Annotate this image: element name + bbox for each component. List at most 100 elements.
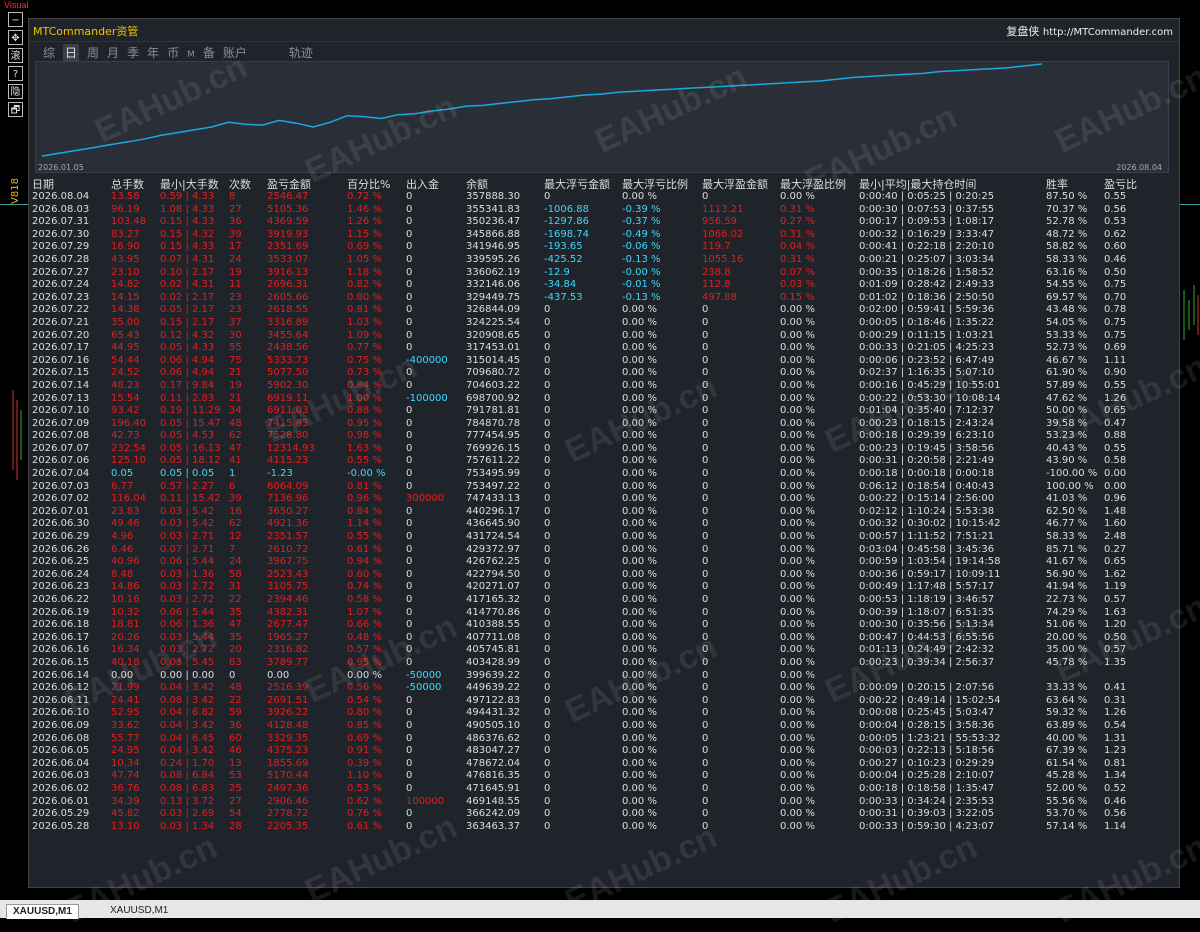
table-row[interactable]: 2026.07.08 42.73 0.05 | 4.53 62 7528.80 0.98 …	[29, 430, 1179, 443]
cell-bal: 329449.75	[466, 291, 521, 303]
table-row[interactable]: 2026.07.20 65.43 0.12 | 4.32 30 3455.64 1.09 …	[29, 330, 1179, 343]
table-row[interactable]: 2026.07.13 15.54 0.11 | 2.83 21 6919.11 1.00 …	[29, 393, 1179, 406]
panel-titlebar[interactable]: MTCommander资管 复盘侠 http://MTCommander.com	[29, 19, 1179, 42]
table-row[interactable]: 2026.07.17 44.95 0.05 | 4.33 55 2438.56 0.77 …	[29, 342, 1179, 355]
table-row[interactable]: 2026.06.03 47.74 0.08 | 6.84 53 5170.44 1.10 …	[29, 770, 1179, 783]
cell-mflp: 0.00 %	[622, 682, 657, 694]
table-row[interactable]: 2026.06.25 40.96 0.06 | 5.44 24 3967.75 0.94 …	[29, 556, 1179, 569]
cell-mm: 0.15 | 4.33	[160, 216, 215, 228]
cell-pct: 0.81 %	[347, 304, 382, 316]
table-row[interactable]: 2026.07.02 116.04 0.11 | 15.42 39 7136.96 0.9…	[29, 493, 1179, 506]
tab-1[interactable]: 日	[63, 44, 80, 61]
table-row[interactable]: 2026.06.23 14.86 0.03 | 2.72 31 3105.75 0.74 …	[29, 581, 1179, 594]
tab-4[interactable]: 季	[127, 44, 139, 61]
cell-mm: 0.07 | 4.31	[160, 253, 215, 265]
table-row[interactable]: 2026.07.15 24.52 0.06 | 4.94 21 5077.50 0.73 …	[29, 367, 1179, 380]
cell-mm: 0.03 | 1.36	[160, 568, 215, 580]
scroll-icon[interactable]: 滚	[8, 48, 23, 63]
table-row[interactable]: 2026.06.11 24.41 0.08 | 3.42 22 2691.51 0.54 …	[29, 695, 1179, 708]
table-row[interactable]: 2026.06.18 18.81 0.06 | 1.36 47 2677.47 0.66 …	[29, 619, 1179, 632]
tab-10[interactable]: 轨迹	[289, 44, 313, 61]
table-row[interactable]: 2026.07.23 14.15 0.02 | 2.17 23 2605.66 0.80 …	[29, 292, 1179, 305]
cell-mfl: -34.84	[544, 279, 577, 291]
cell-pnl: 0.00	[267, 669, 290, 681]
tab-2[interactable]: 周	[87, 44, 99, 61]
cell-io: 0	[406, 631, 413, 643]
table-row[interactable]: 2026.07.30 83.27 0.15 | 4.32 39 3919.93 1.15 …	[29, 229, 1179, 242]
table-row[interactable]: 2026.07.28 43.95 0.07 | 4.31 24 3533.07 1.05 …	[29, 254, 1179, 267]
cell-mfl: 0	[544, 518, 551, 530]
tab-6[interactable]: 币	[167, 44, 179, 61]
table-row[interactable]: 2026.06.30 49.46 0.03 | 5.42 62 4921.36 1.14 …	[29, 518, 1179, 531]
table-row[interactable]: 2026.08.03 96.19 1.08 | 4.33 27 5105.36 1.46 …	[29, 204, 1179, 217]
cell-io: 0	[406, 732, 413, 744]
tab-7[interactable]: M	[187, 50, 195, 60]
tab-3[interactable]: 月	[107, 44, 119, 61]
table-row[interactable]: 2026.07.10 93.42 0.19 | 11.29 34 6911.03 0.88…	[29, 405, 1179, 418]
table-row[interactable]: 2026.05.28 13.10 0.03 | 1.34 28 2205.35 0.61 …	[29, 821, 1179, 834]
table-row[interactable]: 2026.06.15 40.18 0.03 | 5.45 83 3789.77 0.95 …	[29, 657, 1179, 670]
table-row[interactable]: 2026.07.07 232.54 0.05 | 16.13 47 12314.93 1.…	[29, 443, 1179, 456]
table-row[interactable]: 2026.05.29 45.82 0.03 | 2.69 54 2778.72 0.76 …	[29, 808, 1179, 821]
cell-io: 0	[406, 556, 413, 568]
window-icon[interactable]: 🗗	[8, 102, 23, 117]
table-row[interactable]: 2026.06.29 4.96 0.03 | 2.71 12 2351.57 0.55 %…	[29, 531, 1179, 544]
table-row[interactable]: 2026.06.09 33.62 0.04 | 3.42 36 4128.48 0.85 …	[29, 720, 1179, 733]
table-row[interactable]: 2026.06.22 10.16 0.03 | 2.72 22 2394.46 0.58 …	[29, 594, 1179, 607]
brand-url[interactable]: http://MTCommander.com	[1043, 27, 1173, 38]
cell-mflp: 0.00 %	[622, 619, 657, 631]
tab-9[interactable]: 账户	[223, 44, 247, 61]
symbol-tab-0[interactable]: XAUUSD,M1	[6, 904, 79, 919]
help-icon[interactable]: ?	[8, 66, 23, 81]
cell-bal: 469148.55	[466, 795, 521, 807]
table-row[interactable]: 2026.07.24 14.82 0.02 | 4.31 11 2696.31 0.82 …	[29, 279, 1179, 292]
table-row[interactable]: 2026.06.17 20.26 0.03 | 5.44 35 1965.27 0.48 …	[29, 632, 1179, 645]
cell-mfpp: 0.00 %	[780, 757, 815, 769]
table-row[interactable]: 2026.06.26 6.46 0.07 | 2.71 7 2610.72 0.61 % 0…	[29, 544, 1179, 557]
table-row[interactable]: 2026.07.29 16.90 0.15 | 4.33 17 2351.69 0.69 …	[29, 241, 1179, 254]
table-row[interactable]: 2026.06.02 36.76 0.08 | 6.83 25 2497.36 0.53 …	[29, 783, 1179, 796]
cell-mfp: 0	[702, 719, 709, 731]
cell-n: 11	[229, 279, 242, 291]
table-row[interactable]: 2026.07.14 48.23 0.17 | 9.84 19 5902.30 0.84 …	[29, 380, 1179, 393]
cell-bal: 407711.08	[466, 631, 521, 643]
symbol-tab-1[interactable]: XAUUSD,M1	[104, 904, 174, 918]
tab-0[interactable]: 综	[43, 44, 55, 61]
move-icon[interactable]: ✥	[8, 30, 23, 45]
symbol-tab-bar: XAUUSD,M1 XAUUSD,M1	[0, 900, 1200, 919]
tab-5[interactable]: 年	[147, 44, 159, 61]
cell-io: 0	[406, 594, 413, 605]
brand[interactable]: 复盘侠 http://MTCommander.com	[1006, 23, 1173, 39]
table-row[interactable]: 2026.07.06 125.10 0.05 | 18.12 41 4115.23 0.5…	[29, 455, 1179, 468]
table-row[interactable]: 2026.07.01 23.83 0.03 | 5.42 16 3650.27 0.84 …	[29, 506, 1179, 519]
table-row[interactable]: 2026.08.04 13.58 0.59 | 4.33 8 2546.47 0.72 %…	[29, 191, 1179, 204]
table-row[interactable]: 2026.07.21 35.00 0.15 | 2.17 37 3316.89 1.03 …	[29, 317, 1179, 330]
cell-io: 0	[406, 266, 413, 278]
cell-pnl: 2691.51	[267, 694, 309, 706]
cell-lots: 13.58	[111, 191, 140, 202]
hide-icon[interactable]: 隐	[8, 84, 23, 99]
cell-rr: 0.75	[1104, 279, 1127, 291]
table-row[interactable]: 2026.07.16 54.44 0.06 | 4.94 75 5333.73 0.75 …	[29, 355, 1179, 368]
table-row[interactable]: 2026.07.09 196.40 0.05 | 15.47 48 7415.83 0.9…	[29, 418, 1179, 431]
cell-io: 0	[406, 442, 413, 454]
table-row[interactable]: 2026.07.03 6.77 0.57 | 2.27 6 6064.09 0.81 % 0…	[29, 481, 1179, 494]
table-row[interactable]: 2026.06.14 0.00 0.00 | 0.00 0 0.00 0.00 % -500…	[29, 670, 1179, 683]
table-row[interactable]: 2026.06.19 10.32 0.06 | 5.44 35 4382.31 1.07 …	[29, 607, 1179, 620]
table-row[interactable]: 2026.06.08 55.77 0.04 | 6.45 60 3329.35 0.69 …	[29, 733, 1179, 746]
table-row[interactable]: 2026.06.04 10.34 0.24 | 1.70 13 1855.69 0.39 …	[29, 758, 1179, 771]
table-row[interactable]: 2026.07.04 0.05 0.05 | 0.05 1 -1.23 -0.00 % 0 7…	[29, 468, 1179, 481]
table-row[interactable]: 2026.07.22 14.38 0.05 | 2.17 23 2618.55 0.81 …	[29, 304, 1179, 317]
cell-pct: 0.96 %	[347, 493, 382, 505]
tab-8[interactable]: 备	[203, 44, 215, 61]
table-row[interactable]: 2026.06.12 21.99 0.04 | 3.42 48 2516.39 0.56 …	[29, 682, 1179, 695]
cell-mfp: 1066.02	[702, 228, 744, 240]
table-row[interactable]: 2026.07.31 103.48 0.15 | 4.33 36 4369.59 1.26…	[29, 216, 1179, 229]
table-row[interactable]: 2026.07.27 23.10 0.10 | 2.17 19 3916.13 1.18 …	[29, 267, 1179, 280]
minimize-button[interactable]: −	[8, 12, 23, 27]
table-row[interactable]: 2026.06.01 34.39 0.13 | 3.72 27 2906.46 0.62 …	[29, 796, 1179, 809]
table-row[interactable]: 2026.06.16 16.34 0.03 | 2.72 20 2316.82 0.57 …	[29, 644, 1179, 657]
table-row[interactable]: 2026.06.10 52.95 0.04 | 6.82 59 3926.22 0.80 …	[29, 707, 1179, 720]
table-row[interactable]: 2026.06.24 8.48 0.03 | 1.36 58 2523.43 0.60 %…	[29, 569, 1179, 582]
table-row[interactable]: 2026.06.05 24.95 0.04 | 3.42 46 4375.23 0.91 …	[29, 745, 1179, 758]
